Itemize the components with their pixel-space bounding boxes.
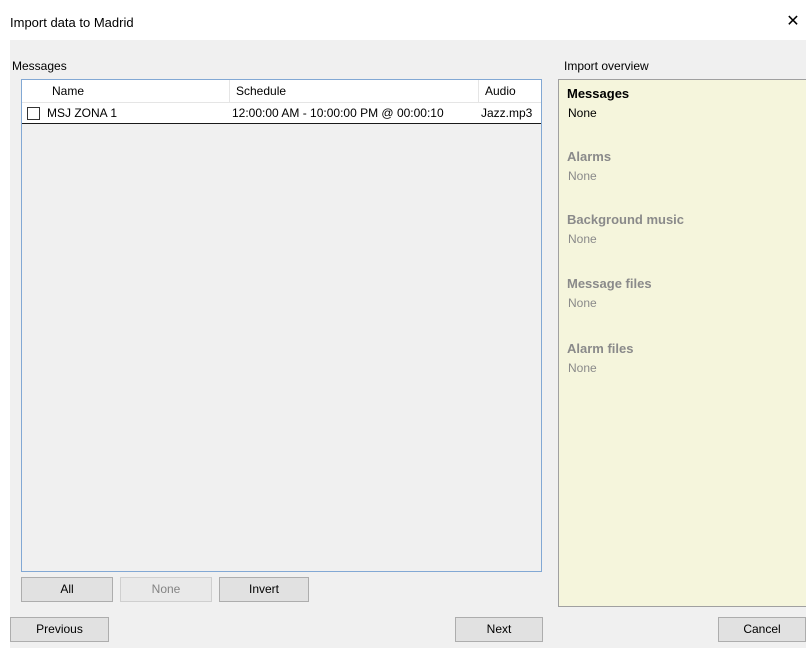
overview-background-music-value: None (568, 232, 597, 246)
overview-alarms-title: Alarms (567, 149, 612, 164)
window-title: Import data to Madrid (10, 15, 134, 30)
row-checkbox[interactable] (27, 107, 40, 120)
column-header-schedule[interactable]: Schedule (230, 80, 479, 102)
row-name: MSJ ZONA 1 (47, 106, 118, 120)
invert-selection-button[interactable]: Invert (219, 577, 309, 602)
overview-message-files-title: Message files (567, 276, 652, 291)
next-button[interactable]: Next (455, 617, 543, 642)
import-overview-panel: Messages None Alarms None Background mus… (558, 79, 806, 607)
overview-alarms-value: None (568, 169, 597, 183)
select-none-button[interactable]: None (120, 577, 212, 602)
list-header: Name Schedule Audio (22, 80, 541, 103)
cancel-button[interactable]: Cancel (718, 617, 806, 642)
title-bar: Import data to Madrid ✕ (0, 0, 806, 40)
overview-alarm-files-title: Alarm files (567, 341, 634, 356)
overview-alarm-files-value: None (568, 361, 597, 375)
previous-button[interactable]: Previous (10, 617, 109, 642)
select-all-button[interactable]: All (21, 577, 113, 602)
column-header-name[interactable]: Name (46, 80, 230, 102)
column-header-audio[interactable]: Audio (479, 80, 541, 102)
row-audio: Jazz.mp3 (481, 106, 533, 120)
overview-message-files-value: None (568, 296, 597, 310)
messages-label: Messages (12, 59, 67, 73)
table-row[interactable]: MSJ ZONA 1 12:00:00 AM - 10:00:00 PM @ 0… (22, 103, 541, 124)
messages-list[interactable]: Name Schedule Audio MSJ ZONA 1 12:00:00 … (21, 79, 542, 572)
overview-messages-title: Messages (567, 86, 630, 101)
overview-background-music-title: Background music (567, 212, 685, 227)
import-overview-label: Import overview (564, 59, 649, 73)
close-icon[interactable]: ✕ (782, 12, 804, 34)
row-schedule: 12:00:00 AM - 10:00:00 PM @ 00:00:10 (232, 106, 444, 120)
overview-messages-value: None (568, 106, 597, 120)
